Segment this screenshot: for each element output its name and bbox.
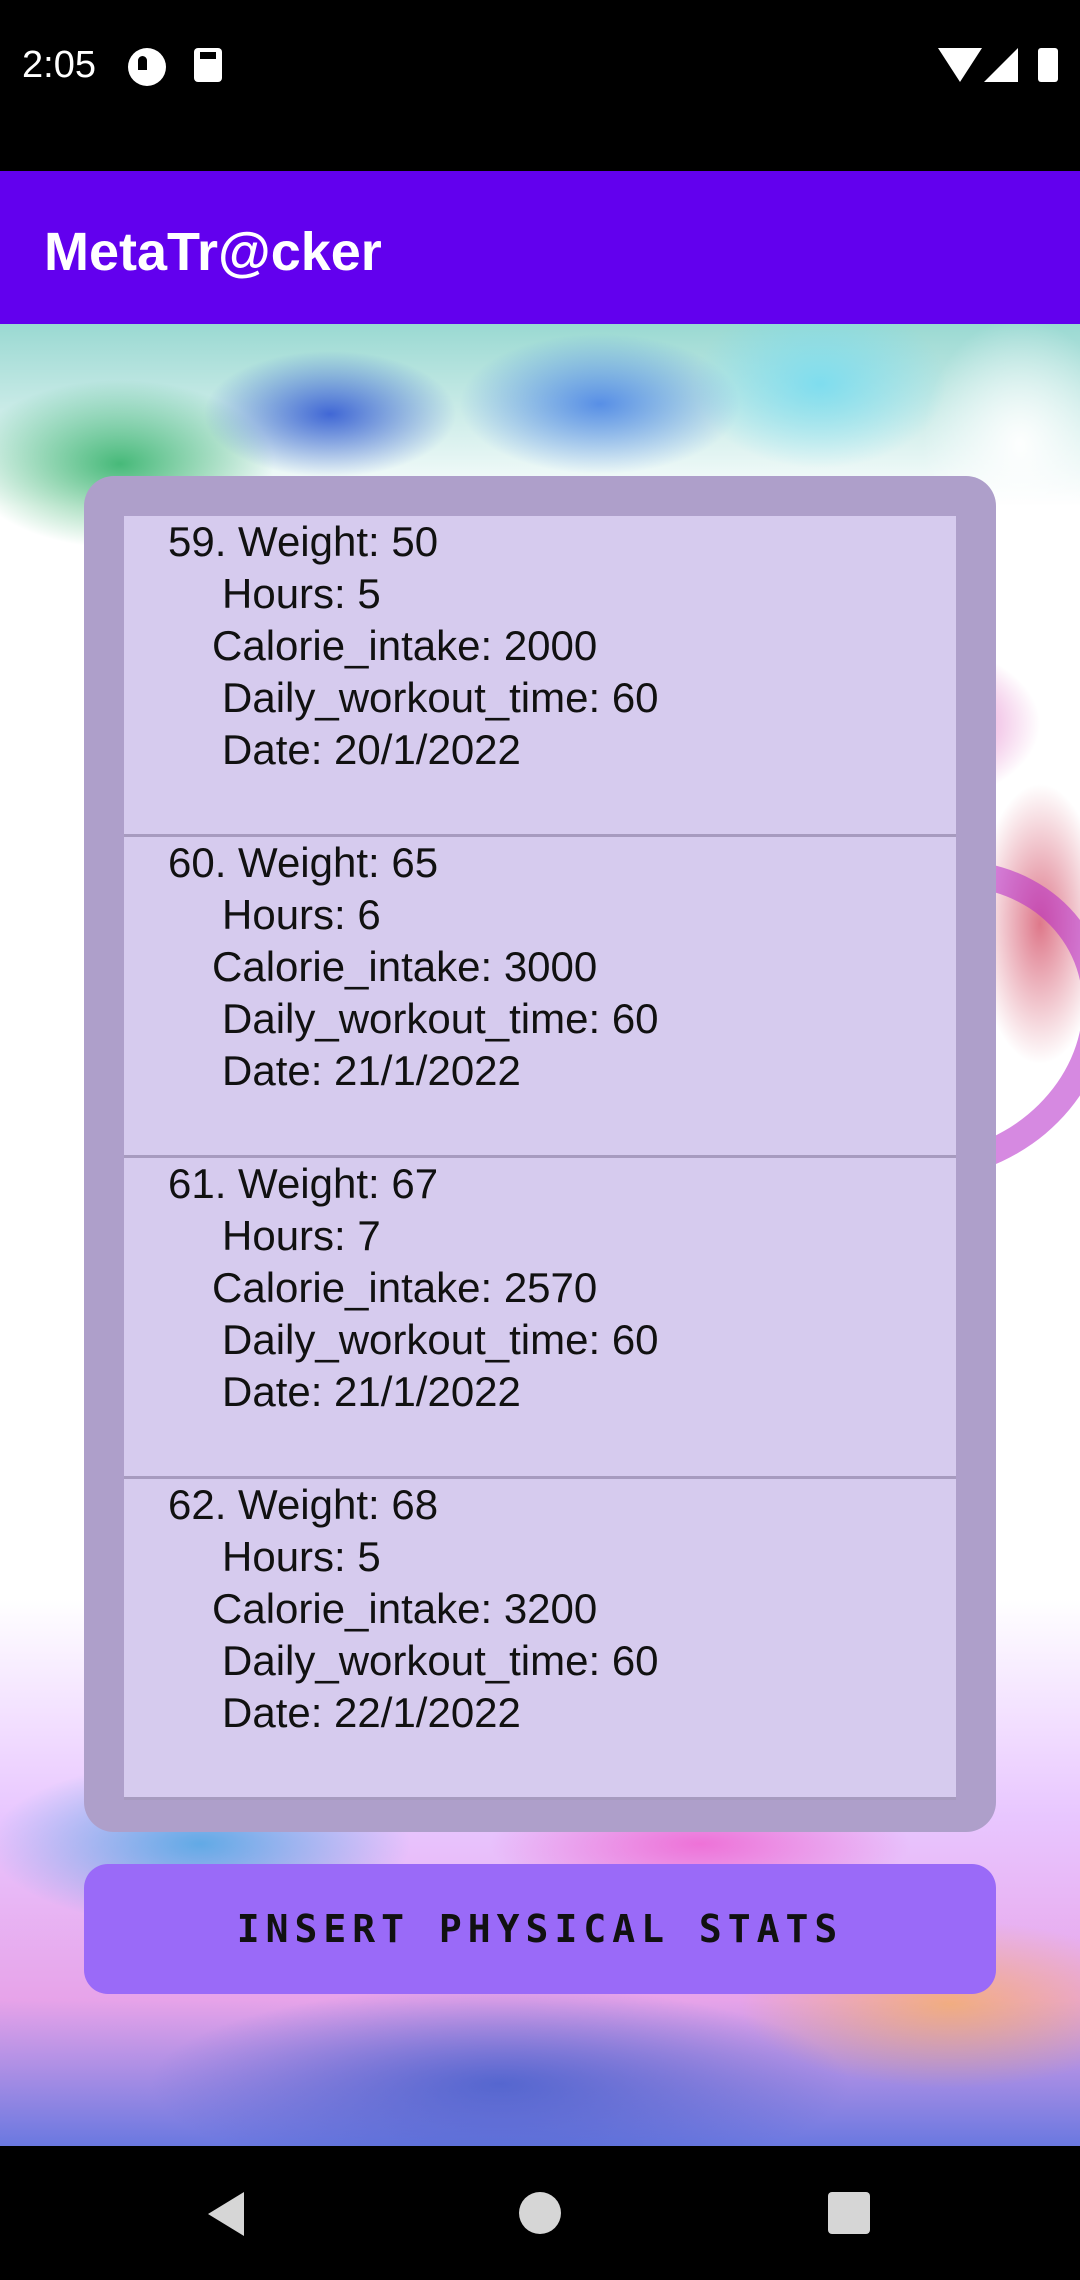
record-workout: Daily_workout_time: 60 xyxy=(222,1316,659,1363)
status-bar: 2:05 xyxy=(0,0,1080,171)
app-title: MetaTr@cker xyxy=(44,222,382,282)
insert-physical-stats-button[interactable]: INSERT PHYSICAL STATS xyxy=(84,1864,996,1994)
list-item[interactable]: 59. Weight: 50 Hours: 5 Calorie_intake: … xyxy=(124,516,956,837)
back-icon[interactable] xyxy=(208,2192,244,2236)
status-time: 2:05 xyxy=(22,44,96,86)
records-card: 59. Weight: 50 Hours: 5 Calorie_intake: … xyxy=(84,476,996,1832)
notification-icon xyxy=(128,48,166,86)
records-list[interactable]: 59. Weight: 50 Hours: 5 Calorie_intake: … xyxy=(124,516,956,1800)
record-weight: 62. Weight: 68 xyxy=(168,1481,439,1528)
wifi-icon xyxy=(938,48,982,82)
record-date: Date: 21/1/2022 xyxy=(222,1368,521,1415)
record-workout: Daily_workout_time: 60 xyxy=(222,1637,659,1684)
record-hours: Hours: 6 xyxy=(222,891,381,938)
home-icon[interactable] xyxy=(519,2192,561,2234)
record-hours: Hours: 5 xyxy=(222,570,381,617)
record-weight: 60. Weight: 65 xyxy=(168,839,439,886)
record-hours: Hours: 7 xyxy=(222,1212,381,1259)
record-hours: Hours: 5 xyxy=(222,1533,381,1580)
record-calorie: Calorie_intake: 3200 xyxy=(212,1585,598,1632)
signal-icon xyxy=(984,48,1018,82)
app-bar: MetaTr@cker xyxy=(0,171,1080,324)
navigation-bar xyxy=(0,2146,1080,2280)
record-date: Date: 20/1/2022 xyxy=(222,726,521,773)
record-weight: 59. Weight: 50 xyxy=(168,518,439,565)
list-item[interactable]: 60. Weight: 65 Hours: 6 Calorie_intake: … xyxy=(124,837,956,1158)
battery-icon xyxy=(1038,48,1058,82)
record-workout: Daily_workout_time: 60 xyxy=(222,674,659,721)
list-item[interactable]: 62. Weight: 68 Hours: 5 Calorie_intake: … xyxy=(124,1479,956,1800)
record-date: Date: 21/1/2022 xyxy=(222,1047,521,1094)
record-workout: Daily_workout_time: 60 xyxy=(222,995,659,1042)
sd-card-icon xyxy=(194,48,222,82)
recents-icon[interactable] xyxy=(828,2192,870,2234)
record-calorie: Calorie_intake: 2000 xyxy=(212,622,598,669)
list-item[interactable]: 61. Weight: 67 Hours: 7 Calorie_intake: … xyxy=(124,1158,956,1479)
record-calorie: Calorie_intake: 3000 xyxy=(212,943,598,990)
record-calorie: Calorie_intake: 2570 xyxy=(212,1264,598,1311)
record-weight: 61. Weight: 67 xyxy=(168,1160,439,1207)
record-date: Date: 22/1/2022 xyxy=(222,1689,521,1736)
